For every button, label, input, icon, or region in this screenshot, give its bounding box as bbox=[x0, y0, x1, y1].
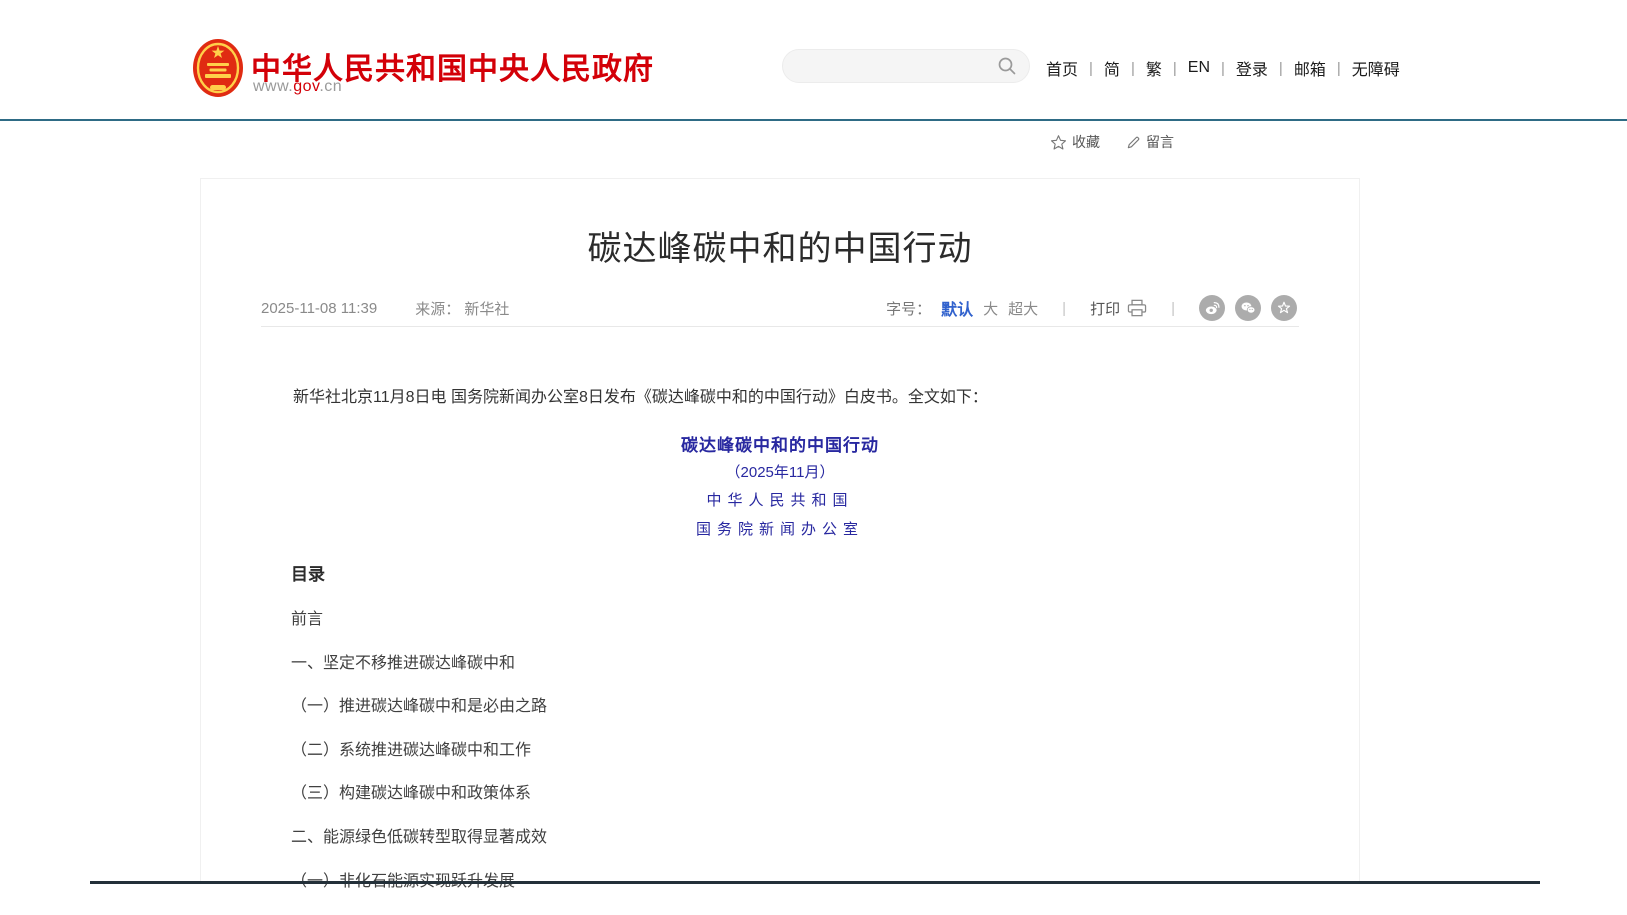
meta-separator: | bbox=[1157, 300, 1189, 317]
meta-divider bbox=[261, 326, 1299, 327]
footer-top-edge bbox=[90, 881, 1540, 884]
site-url-cn: .cn bbox=[319, 78, 342, 95]
doc-date: （2025年11月） bbox=[201, 461, 1359, 482]
search-box bbox=[782, 49, 1030, 83]
publish-date: 2025-11-08 11:39 bbox=[261, 300, 377, 317]
search-icon[interactable] bbox=[992, 56, 1021, 76]
comment-button[interactable]: 留言 bbox=[1126, 132, 1174, 152]
toc-item: （一）非化石能源实现跃升发展 bbox=[291, 867, 515, 891]
nav-simplified[interactable]: 简 bbox=[1104, 56, 1120, 80]
printer-icon bbox=[1127, 299, 1147, 317]
nav-separator: | bbox=[1089, 60, 1093, 77]
toc-heading: 目录 bbox=[291, 560, 325, 585]
search-input[interactable] bbox=[783, 58, 992, 74]
source-value: 新华社 bbox=[464, 301, 509, 318]
wechat-share-icon[interactable] bbox=[1235, 295, 1261, 321]
font-size-xlarge-button[interactable]: 超大 bbox=[1008, 298, 1038, 319]
nav-login[interactable]: 登录 bbox=[1236, 56, 1268, 80]
site-url-gov: gov bbox=[293, 78, 319, 95]
doc-author-line2: 国务院新闻办公室 bbox=[201, 518, 1359, 539]
toc-item: 一、坚定不移推进碳达峰碳中和 bbox=[291, 649, 515, 673]
nav-accessibility[interactable]: 无障碍 bbox=[1352, 56, 1400, 80]
favorite-share-icon[interactable] bbox=[1271, 295, 1297, 321]
top-nav: 首页 | 简 | 繁 | EN | 登录 | 邮箱 | 无障碍 bbox=[1046, 56, 1400, 80]
nav-separator: | bbox=[1131, 60, 1135, 77]
article-title: 碳达峰碳中和的中国行动 bbox=[201, 221, 1359, 270]
site-url-www: www. bbox=[253, 78, 293, 95]
nav-english[interactable]: EN bbox=[1188, 59, 1210, 77]
favorite-label: 收藏 bbox=[1072, 132, 1100, 152]
doc-author-line1: 中华人民共和国 bbox=[201, 489, 1359, 510]
toc-item: 前言 bbox=[291, 605, 323, 629]
page: 中华人民共和国中央人民政府 www.gov.cn 首页 | 简 | 繁 | EN… bbox=[0, 0, 1627, 915]
article-meta-row: 2025-11-08 11:39 来源： 新华社 字号： 默认 大 超大 | 打… bbox=[261, 295, 1299, 321]
share-icons bbox=[1199, 295, 1297, 321]
site-url: www.gov.cn bbox=[253, 78, 342, 96]
nav-mailbox[interactable]: 邮箱 bbox=[1294, 56, 1326, 80]
comment-label: 留言 bbox=[1146, 132, 1174, 152]
article-meta-right: 字号： 默认 大 超大 | 打印 | bbox=[886, 295, 1297, 321]
meta-separator: | bbox=[1048, 300, 1080, 317]
favorite-button[interactable]: 收藏 bbox=[1050, 132, 1100, 152]
nav-separator: | bbox=[1279, 60, 1283, 77]
toc-item: 二、能源绿色低碳转型取得显著成效 bbox=[291, 823, 547, 847]
intro-paragraph: 新华社北京11月8日电 国务院新闻办公室8日发布《碳达峰碳中和的中国行动》白皮书… bbox=[261, 385, 1299, 411]
toc-item: （一）推进碳达峰碳中和是必由之路 bbox=[291, 692, 547, 716]
national-emblem-logo[interactable] bbox=[192, 38, 244, 98]
pencil-icon bbox=[1126, 135, 1141, 150]
nav-separator: | bbox=[1337, 60, 1341, 77]
page-tools: 收藏 留言 bbox=[1050, 132, 1174, 152]
doc-title: 碳达峰碳中和的中国行动 bbox=[201, 431, 1359, 456]
nav-separator: | bbox=[1173, 60, 1177, 77]
source-group: 来源： 新华社 bbox=[415, 298, 509, 319]
toc-item: （二）系统推进碳达峰碳中和工作 bbox=[291, 736, 531, 760]
font-size-default-button[interactable]: 默认 bbox=[941, 296, 973, 320]
star-icon bbox=[1050, 134, 1067, 151]
font-size-label: 字号： bbox=[886, 298, 931, 319]
font-size-large-button[interactable]: 大 bbox=[983, 298, 998, 319]
toc-item: （三）构建碳达峰碳中和政策体系 bbox=[291, 779, 531, 803]
print-label: 打印 bbox=[1090, 298, 1120, 319]
weibo-share-icon[interactable] bbox=[1199, 295, 1225, 321]
article-meta-left: 2025-11-08 11:39 来源： 新华社 bbox=[261, 298, 509, 319]
print-button[interactable]: 打印 bbox=[1090, 298, 1147, 319]
nav-separator: | bbox=[1221, 60, 1225, 77]
article-card: 碳达峰碳中和的中国行动 2025-11-08 11:39 来源： 新华社 字号：… bbox=[200, 178, 1360, 883]
nav-home[interactable]: 首页 bbox=[1046, 56, 1078, 80]
source-label: 来源： bbox=[415, 301, 460, 318]
site-header: 中华人民共和国中央人民政府 www.gov.cn 首页 | 简 | 繁 | EN… bbox=[0, 0, 1627, 121]
nav-traditional[interactable]: 繁 bbox=[1146, 56, 1162, 80]
